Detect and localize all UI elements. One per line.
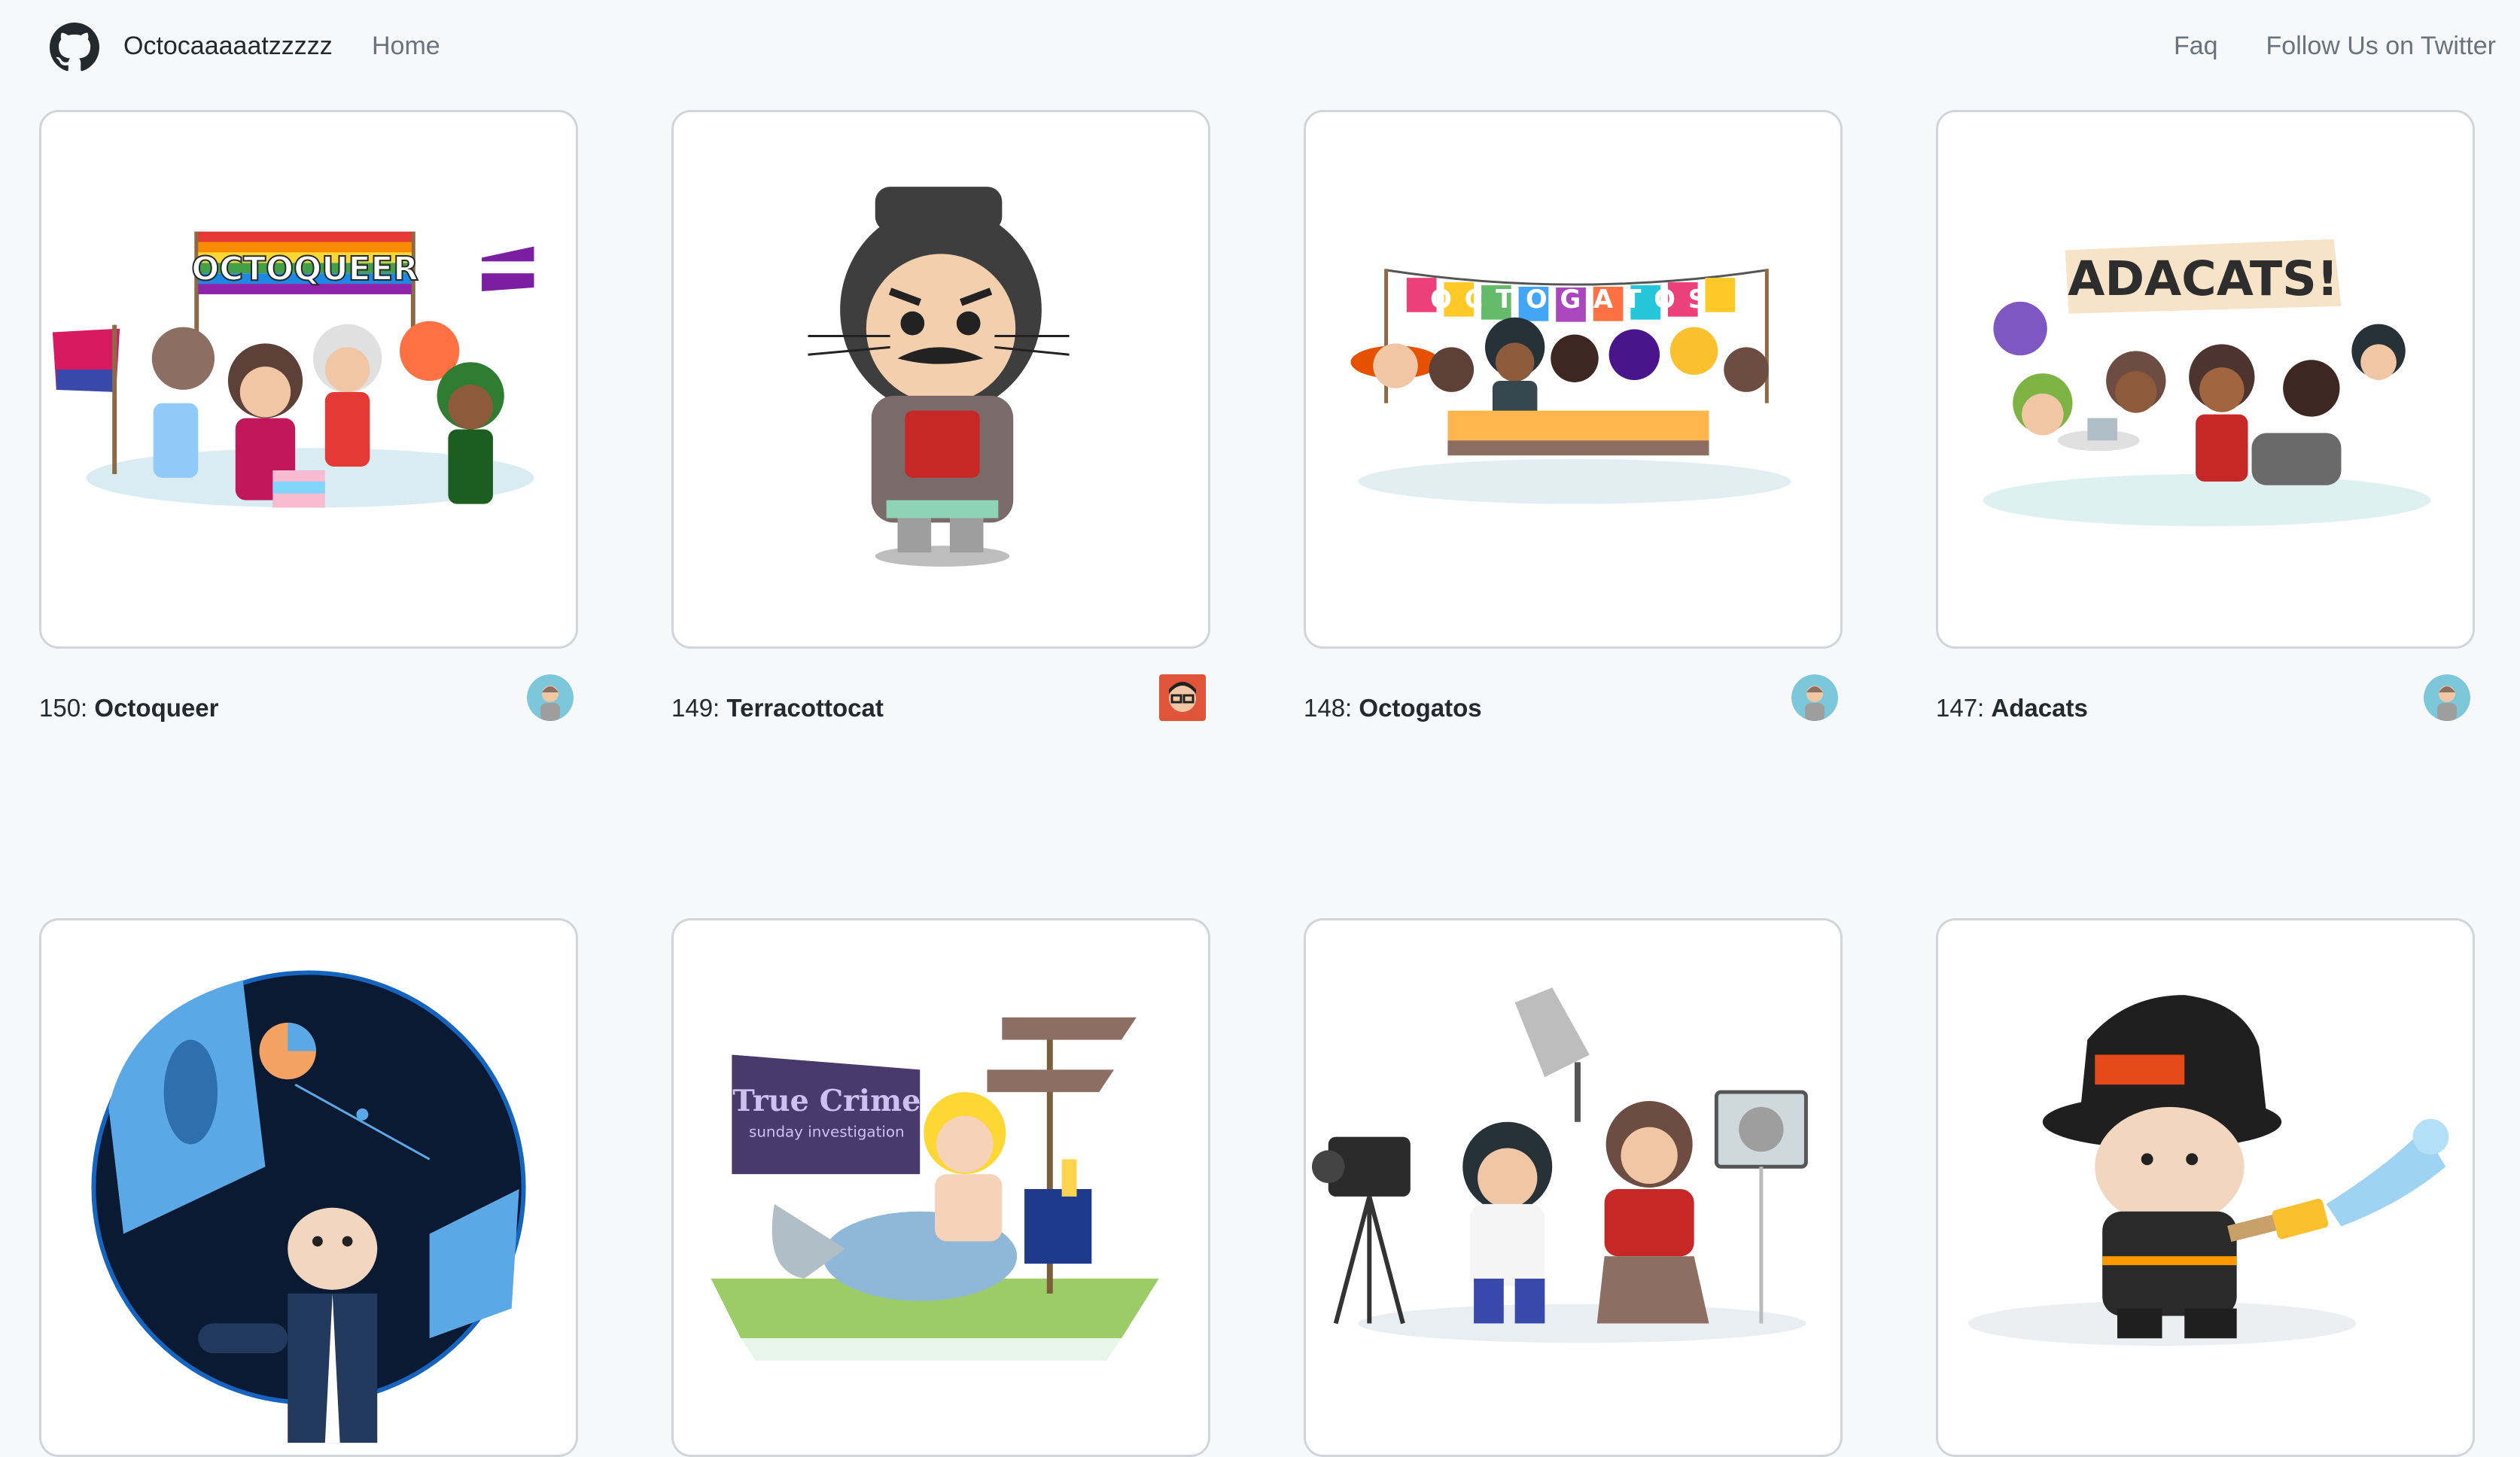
- octocat-number: 147:: [1936, 694, 1985, 722]
- octocat-image-frame[interactable]: OCTOQUEER: [39, 110, 578, 649]
- film-crew-octocats-illustration: [1311, 987, 1808, 1343]
- faq-link[interactable]: Faq: [2174, 32, 2218, 61]
- adacats-illustration: ADACATS!: [1983, 239, 2431, 527]
- banner-text: OCTOQUEER: [191, 251, 418, 288]
- octocat-image-frame[interactable]: [1936, 918, 2475, 1457]
- octocat-card[interactable]: [1936, 918, 2475, 1457]
- octocat-caption: 147: Adacats: [1936, 694, 2088, 722]
- author-avatar[interactable]: [527, 674, 574, 721]
- octoqueer-illustration: OCTOQUEER: [52, 231, 534, 508]
- octocat-image-frame[interactable]: [39, 918, 578, 1457]
- faq-label: Faq: [2173, 32, 2218, 60]
- sign-title: True Crime: [732, 1084, 921, 1118]
- octocat-image-frame[interactable]: ADACATS!: [1936, 110, 2475, 649]
- octocat-number: 149:: [671, 694, 720, 722]
- nav-right: Faq Follow Us on Twitter: [2174, 32, 2496, 61]
- octocat-name[interactable]: Octoqueer: [94, 694, 218, 722]
- banner-text: ADACATS!: [2068, 251, 2339, 306]
- hologram-octocat-illustration: [91, 970, 526, 1443]
- octocat-name[interactable]: Octogatos: [1359, 694, 1481, 722]
- octocat-number: 150:: [39, 694, 88, 722]
- author-avatar[interactable]: [1791, 674, 1838, 721]
- author-avatar[interactable]: [2424, 674, 2470, 721]
- octocat-caption: 148: Octogatos: [1304, 694, 1482, 722]
- octocat-image-frame[interactable]: [671, 110, 1210, 649]
- terracottocat-illustration: [808, 187, 1070, 567]
- octocat-card[interactable]: [39, 918, 578, 1457]
- banner-text: OCTOGATOS: [1430, 284, 1719, 314]
- octocat-card[interactable]: OCTOGATOS 148: Octogatos: [1304, 110, 1843, 722]
- home-link[interactable]: Home: [372, 32, 440, 61]
- octocat-image-frame[interactable]: True Crime sunday investigation: [671, 918, 1210, 1457]
- octocat-grid: OCTOQUEER 150: Octoqueer 149: Terracotto…: [39, 110, 2481, 1457]
- octocat-card[interactable]: 149: Terracottocat: [671, 110, 1210, 722]
- brand-link[interactable]: Octocaaaaatzzzzz: [123, 32, 333, 61]
- octocat-card[interactable]: OCTOQUEER 150: Octoqueer: [39, 110, 578, 722]
- octocat-image-frame[interactable]: [1304, 918, 1843, 1457]
- avatar-image: [527, 674, 574, 721]
- octocat-caption: 149: Terracottocat: [671, 694, 884, 722]
- twitter-label: Follow Us on Twitter: [2266, 32, 2496, 60]
- top-nav: Octocaaaaatzzzzz Home Faq Follow Us on T…: [0, 0, 2520, 99]
- octocat-name[interactable]: Adacats: [1991, 694, 2087, 722]
- avatar-image: [1791, 674, 1838, 721]
- author-avatar[interactable]: [1159, 674, 1206, 721]
- sign-subtitle: sunday investigation: [749, 1124, 905, 1141]
- octocat-card[interactable]: ADACATS! 147: Adacats: [1936, 110, 2475, 722]
- github-octocat-icon[interactable]: [50, 23, 99, 72]
- avatar-image: [2424, 674, 2470, 721]
- avatar-image: [1159, 674, 1206, 721]
- octocat-caption: 150: Octoqueer: [39, 694, 218, 722]
- octogatos-illustration: OCTOGATOS: [1350, 269, 1791, 504]
- true-crime-octocat-illustration: True Crime sunday investigation: [711, 1017, 1159, 1361]
- octocat-name[interactable]: Terracottocat: [726, 694, 883, 722]
- firefighter-octocat-illustration: [1968, 995, 2449, 1346]
- twitter-link[interactable]: Follow Us on Twitter: [2266, 32, 2496, 61]
- octocat-card[interactable]: True Crime sunday investigation: [671, 918, 1210, 1457]
- octocat-number: 148:: [1304, 694, 1353, 722]
- octocat-card[interactable]: [1304, 918, 1843, 1457]
- octocat-image-frame[interactable]: OCTOGATOS: [1304, 110, 1843, 649]
